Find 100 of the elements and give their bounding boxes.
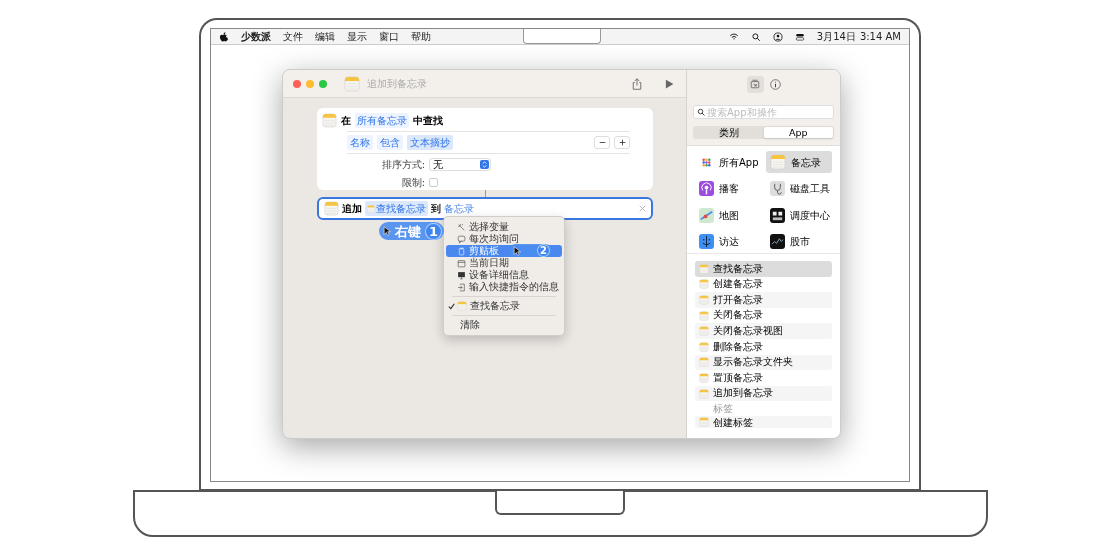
cursor-icon [383, 226, 391, 236]
filter-token[interactable]: 文本摘抄 [407, 135, 453, 150]
source-token[interactable]: 所有备忘录 [355, 113, 409, 128]
app-item[interactable]: 股市 [765, 230, 832, 253]
notes-icon [699, 279, 709, 290]
info-icon[interactable] [769, 78, 781, 90]
play-icon[interactable] [664, 78, 674, 89]
search-icon[interactable] [750, 31, 761, 42]
action-text: 到 [431, 202, 441, 216]
sort-dropdown[interactable]: 无 [429, 158, 491, 171]
app-item[interactable]: 磁盘工具 [765, 177, 832, 200]
notes-icon [769, 154, 786, 170]
token-label: 查找备忘录 [376, 202, 426, 216]
podcast-icon [699, 181, 714, 196]
variable-icon [457, 222, 466, 232]
menu-bar-date: 3月14日 [816, 30, 856, 44]
action-text: 在 [341, 114, 351, 128]
callout-label: 右键 [395, 224, 421, 238]
remove-filter-button[interactable] [594, 136, 610, 149]
calendar-icon [457, 258, 466, 268]
menu-item[interactable]: 编辑 [315, 29, 335, 44]
menu-item[interactable]: 文件 [283, 29, 303, 44]
variable-token[interactable]: 查找备忘录 [365, 201, 428, 216]
menu-item[interactable]: 输入快捷指令的信息 [446, 281, 562, 293]
app-item[interactable]: 播客 [695, 177, 762, 200]
action-item[interactable]: 追加到备忘录 [695, 385, 832, 402]
menu-item[interactable]: 帮助 [411, 29, 431, 44]
action-item[interactable]: 关闭备忘录视图 [695, 323, 832, 339]
user-icon[interactable] [772, 31, 783, 42]
library-tab-icon[interactable] [746, 75, 764, 93]
speech-bubble-icon [457, 234, 466, 244]
menu-item[interactable]: 窗口 [379, 29, 399, 44]
stock-chart-icon [769, 234, 785, 249]
action-item[interactable]: 显示备忘录文件夹 [695, 354, 832, 371]
map-icon [699, 207, 714, 223]
stepper-icon [480, 160, 489, 169]
monitor-icon [457, 270, 466, 280]
menu-item-label: 清除 [460, 320, 480, 330]
add-filter-button[interactable] [614, 136, 630, 149]
menu-item[interactable]: 设备详细信息 [446, 269, 562, 281]
menu-bar-clock: 3:14 AM [859, 30, 901, 44]
menu-item[interactable]: 当前日期 [446, 257, 562, 269]
step-number: 2 [537, 244, 550, 257]
close-button[interactable] [293, 79, 301, 88]
checkmark-icon [448, 302, 455, 310]
action-item[interactable]: 创建标签 [695, 416, 832, 429]
app-item[interactable]: 访达 [695, 230, 762, 253]
menu-item-label: 查找备忘录 [470, 301, 520, 311]
step-number: 1 [425, 222, 442, 240]
menu-item[interactable]: 每次均询问 [446, 233, 562, 245]
append-note-action-card[interactable]: 追加 查找备忘录 到 备忘录 [317, 197, 653, 220]
notes-icon [344, 75, 360, 92]
control-center-icon[interactable] [794, 31, 805, 42]
cursor-icon [513, 245, 521, 256]
apple-logo-icon[interactable] [219, 31, 229, 42]
wifi-icon[interactable] [728, 31, 739, 42]
action-item[interactable]: 打开备忘录 [695, 292, 832, 308]
action-text: 中查找 [413, 114, 443, 128]
action-item[interactable]: 创建备忘录 [695, 276, 832, 293]
notes-icon [699, 326, 709, 337]
app-item[interactable]: 备忘录 [765, 151, 832, 173]
menu-item[interactable]: 少数派 [241, 29, 271, 44]
notes-icon [699, 295, 709, 305]
notes-icon [324, 201, 339, 216]
field-label: 排序方式: [380, 158, 426, 172]
notes-icon [699, 310, 709, 321]
target-token[interactable]: 备忘录 [444, 201, 474, 216]
filter-token[interactable]: 包含 [377, 135, 403, 150]
menu-item-label: 设备详细信息 [469, 270, 529, 280]
share-icon[interactable] [631, 77, 643, 90]
menu-item[interactable]: 查找备忘录 [446, 300, 562, 312]
action-item[interactable]: 关闭备忘录 [695, 307, 832, 324]
segment-tab[interactable]: App [763, 127, 833, 138]
notes-icon [699, 388, 709, 399]
menu-item[interactable]: 显示 [347, 29, 367, 44]
field-label: 限制: [400, 176, 426, 190]
menu-item[interactable]: 清除 [446, 319, 562, 331]
menu-item[interactable]: 选择变量 [446, 221, 562, 233]
filter-token[interactable]: 名称 [347, 135, 373, 150]
search-icon [697, 108, 705, 116]
app-item[interactable]: 地图 [695, 204, 762, 226]
stethoscope-icon [769, 181, 785, 196]
limit-checkbox[interactable] [429, 178, 438, 187]
menu-item-label: 当前日期 [469, 258, 509, 268]
notes-icon [699, 263, 709, 274]
segment-tab[interactable]: 类别 [694, 127, 764, 138]
app-item[interactable]: 调度中心 [765, 204, 832, 226]
plus-icon [618, 139, 626, 146]
app-item[interactable]: 所有App [695, 151, 762, 173]
menu-item-label: 每次均询问 [469, 234, 519, 244]
menu-item-label: 剪贴板 [469, 246, 499, 256]
action-item[interactable]: 查找备忘录 [695, 261, 832, 277]
notes-icon [322, 113, 337, 128]
action-item[interactable]: 置顶备忘录 [695, 370, 832, 386]
action-item[interactable]: 删除备忘录 [695, 338, 832, 355]
menu-item-label: 选择变量 [469, 222, 509, 232]
notes-icon [457, 301, 467, 311]
minus-icon [598, 139, 606, 146]
action-text: 追加 [342, 202, 362, 216]
search-field[interactable]: 搜索App和操作 [693, 105, 834, 119]
